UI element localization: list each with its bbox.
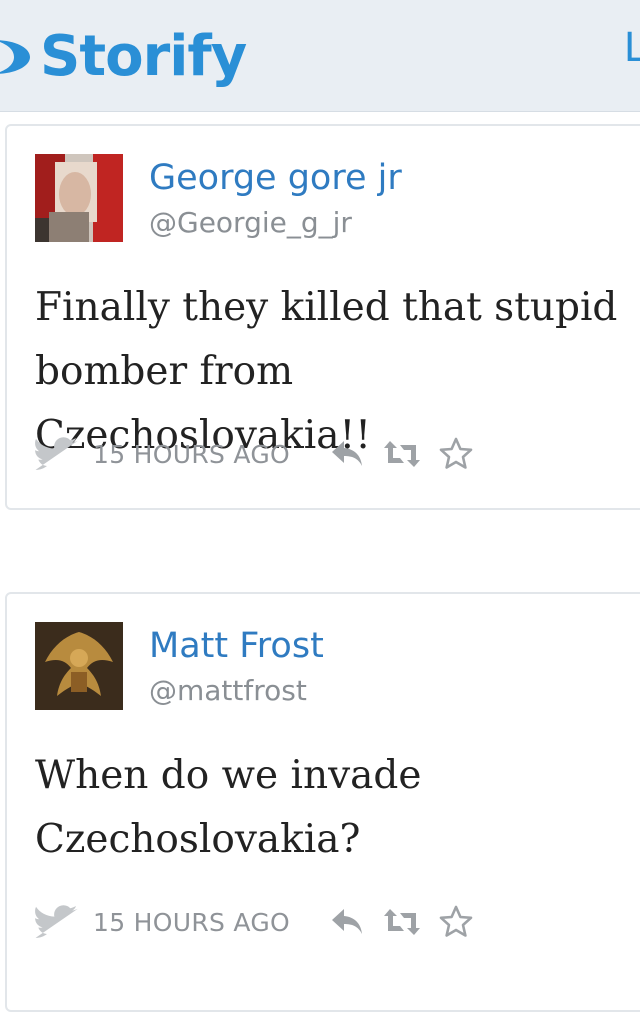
twitter-bird-icon[interactable]: [35, 437, 79, 471]
app-header: Storify L: [0, 0, 640, 112]
storify-logo-icon: [0, 40, 30, 74]
author-name[interactable]: George gore jr: [149, 158, 402, 198]
twitter-bird-icon[interactable]: [35, 905, 79, 939]
favorite-star-icon[interactable]: [438, 436, 474, 472]
storify-logo[interactable]: Storify: [0, 22, 247, 92]
author-handle[interactable]: @Georgie_g_jr: [149, 206, 352, 239]
retweet-icon[interactable]: [382, 907, 422, 937]
tweet-meta: 15 HOURS AGO: [35, 436, 474, 472]
tweet-card: George gore jr @Georgie_g_jr Finally the…: [5, 124, 640, 510]
avatar[interactable]: [35, 622, 123, 710]
author-name[interactable]: Matt Frost: [149, 626, 324, 666]
logo-text: Storify: [40, 24, 247, 89]
retweet-icon[interactable]: [382, 439, 422, 469]
tweet-timestamp[interactable]: 15 HOURS AGO: [93, 440, 290, 469]
reply-icon[interactable]: [330, 907, 364, 937]
tweet-timestamp[interactable]: 15 HOURS AGO: [93, 908, 290, 937]
author-handle[interactable]: @mattfrost: [149, 674, 307, 707]
favorite-star-icon[interactable]: [438, 904, 474, 940]
avatar[interactable]: [35, 154, 123, 242]
tweet-meta: 15 HOURS AGO: [35, 904, 474, 940]
reply-icon[interactable]: [330, 439, 364, 469]
header-right-link[interactable]: L: [624, 28, 640, 68]
tweet-text: When do we invade Czechoslovakia?: [35, 753, 422, 862]
tweet-card: Matt Frost @mattfrost When do we invade …: [5, 592, 640, 1012]
